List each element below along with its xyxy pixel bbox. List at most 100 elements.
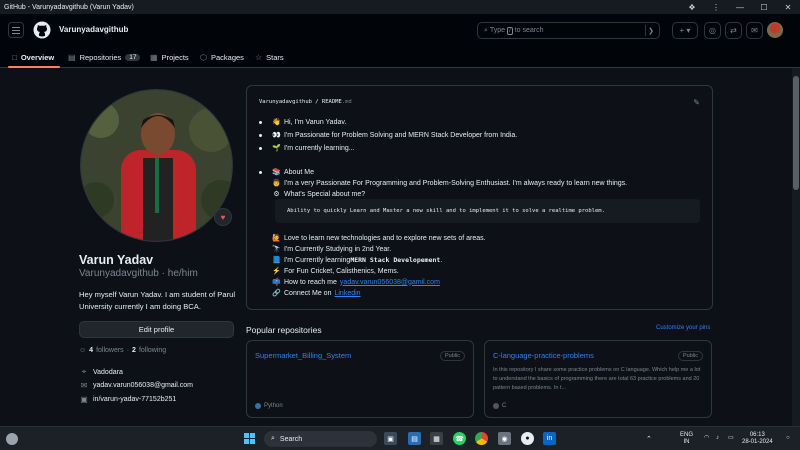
heart-status-icon: ♥ [220, 212, 226, 222]
tab-packages[interactable]: ⬡ Packages [200, 50, 244, 64]
following-label[interactable]: following [139, 347, 166, 354]
extensions-icon[interactable]: ❖ [680, 0, 704, 14]
readme-line-fun: ⚡ For Fun Cricket, Calisthenics, Mems. [272, 267, 399, 276]
readme-ext: .md [341, 99, 352, 105]
linkedin-readme-link[interactable]: Linkedin [334, 290, 360, 297]
more-menu-icon[interactable]: ⋮ [704, 0, 728, 14]
tab-stars[interactable]: ☆ Stars [255, 50, 284, 64]
readme-owner[interactable]: Varunyadavgithub [259, 99, 312, 105]
hamburger-menu-button[interactable] [8, 22, 24, 38]
set-status-button[interactable]: ♥ [214, 208, 232, 226]
telescope-icon: 🔭 [272, 246, 281, 253]
github-desktop-icon[interactable]: ● [521, 432, 534, 445]
readme-line-text: For Fun Cricket, Calisthenics, Mems. [284, 267, 399, 275]
readme-line-text: How to reach me [284, 278, 337, 286]
user-avatar-menu[interactable] [767, 22, 783, 38]
linkedin-link[interactable]: in/varun-yadav-77152b251 [93, 396, 176, 403]
profile-location: ⌖ Vadodara [79, 367, 123, 377]
repo-name-link[interactable]: C-language-practice-problems [493, 351, 594, 360]
camera-icon[interactable]: ◉ [498, 432, 511, 445]
readme-line-special: ⚙ What's Special about me? [272, 190, 366, 199]
search-input[interactable]: ⌕ Type / to search ❯ [477, 22, 660, 39]
followers-count[interactable]: 4 [89, 347, 93, 354]
taskbar-search[interactable]: ⌕ Search [264, 431, 377, 447]
inbox-icon: ✉ [751, 26, 758, 35]
whatsapp-icon[interactable]: ☎ [453, 432, 466, 445]
taskbar-search-label: Search [279, 435, 303, 443]
location-pin-icon: ⌖ [81, 367, 87, 376]
email-link[interactable]: yadav.varun056038@gmail.com [93, 382, 193, 389]
customize-pins-link[interactable]: Customize your pins [656, 325, 710, 331]
wave-icon: 👋 [272, 119, 281, 126]
minimize-button[interactable]: — [728, 0, 752, 14]
tab-overview[interactable]: □ Overview [12, 50, 54, 64]
pull-requests-button[interactable]: ⇄ [725, 22, 742, 39]
window-title: GitHub - Varunyadavgithub (Varun Yadav) [4, 3, 134, 11]
readme-line-text: I'm Passionate for Problem Solving and M… [284, 131, 518, 139]
gear-icon: ⚙ [273, 191, 280, 198]
show-hidden-icons[interactable]: ⌃ [646, 436, 652, 443]
notification-bell-icon[interactable]: ○ [786, 435, 790, 442]
readme-line-text: Connect Me on [284, 289, 332, 297]
mailbox-icon: 📫 [272, 279, 281, 286]
weather-widget-icon[interactable] [6, 433, 18, 445]
readme-line-studying: 🔭 I'm Currently Studying in 2nd Year. [272, 245, 391, 254]
edit-profile-button[interactable]: Edit profile [79, 321, 234, 338]
following-count[interactable]: 2 [132, 347, 136, 354]
profile-nav: □ Overview ▤ Repositories 17 ▦ Projects … [0, 46, 800, 68]
profile-photo-illustration [81, 90, 232, 241]
followers-label[interactable]: followers [96, 347, 124, 354]
edit-readme-pencil-icon[interactable]: ✎ [693, 98, 700, 107]
profile-avatar[interactable] [80, 89, 233, 242]
tab-projects[interactable]: ▦ Projects [150, 50, 189, 64]
repo-icon: ▤ [68, 52, 76, 62]
table-icon: ▦ [150, 52, 158, 62]
readme-card: Varunyadavgithub / README.md ✎ 👋 Hi, I'm … [246, 85, 713, 310]
header-username[interactable]: Varunyadavgithub [59, 25, 128, 34]
close-button[interactable]: ✕ [776, 0, 800, 14]
search-suffix: to search [514, 27, 544, 34]
maximize-button[interactable]: ☐ [752, 0, 776, 14]
windows-start-icon[interactable] [243, 432, 256, 445]
readme-line-mern: 📘 I'm Currently learning MERN Stack Devel… [272, 256, 442, 264]
linkedin-app-icon[interactable]: in [543, 432, 556, 445]
repositories-count: 17 [125, 53, 141, 61]
readme-code-block: Ability to quickly Learn and Master a ne… [275, 199, 700, 223]
hamburger-icon [12, 26, 20, 34]
clock-date: 28-01-2024 [742, 439, 773, 445]
task-view-icon[interactable]: ▣ [384, 432, 397, 445]
tab-repositories[interactable]: ▤ Repositories 17 [68, 50, 141, 64]
file-explorer-icon[interactable]: ▤ [408, 432, 421, 445]
battery-icon[interactable]: ▭ [728, 435, 734, 442]
command-palette-icon[interactable]: ❯ [645, 25, 656, 36]
follow-separator: · [126, 347, 130, 354]
readme-path-sep: / [311, 99, 322, 105]
issues-button[interactable]: ◎ [704, 22, 721, 39]
reach-email-link[interactable]: yadav.varun056038@gamil.com [340, 279, 440, 286]
store-icon[interactable]: ▦ [430, 432, 443, 445]
notifications-button[interactable]: ✉ [746, 22, 763, 39]
github-header: Varunyadavgithub ⌕ Type / to search ❯ + … [0, 14, 800, 46]
readme-line-greeting: 👋 Hi, I'm Varun Yadav. [259, 118, 346, 126]
repo-description: In this repository I share some practice… [493, 367, 701, 391]
readme-line-text: What's Special about me? [284, 190, 366, 198]
create-new-button[interactable]: + ▾ [672, 22, 698, 39]
repo-name-link[interactable]: Supermarket_Billing_System [255, 351, 351, 360]
tab-overview-label: Overview [20, 52, 55, 62]
tab-projects-label: Projects [161, 52, 189, 62]
linkedin-icon: ▣ [80, 395, 88, 404]
lang-top: ENG [680, 432, 694, 438]
profile-email: ✉ yadav.varun056038@gmail.com [79, 381, 193, 390]
language-indicator[interactable]: ENG IN [680, 432, 693, 446]
volume-icon[interactable]: ♪ [716, 435, 719, 442]
pull-request-icon: ⇄ [730, 26, 737, 35]
scrollbar-thumb[interactable] [793, 76, 799, 190]
github-logo-icon[interactable] [33, 21, 51, 39]
chrome-icon[interactable] [475, 432, 488, 445]
books-icon: 📚 [272, 169, 281, 176]
readme-line-learning: 🌱 I'm currently learning... [259, 144, 355, 152]
clock[interactable]: 06:13 28-01-2024 [742, 432, 773, 446]
blue-book-icon: 📘 [272, 257, 281, 264]
wifi-icon[interactable]: ◠ [704, 435, 709, 442]
readme-line-enthusiast: 👨 I'm a very Passionate For Programming a… [272, 179, 627, 188]
